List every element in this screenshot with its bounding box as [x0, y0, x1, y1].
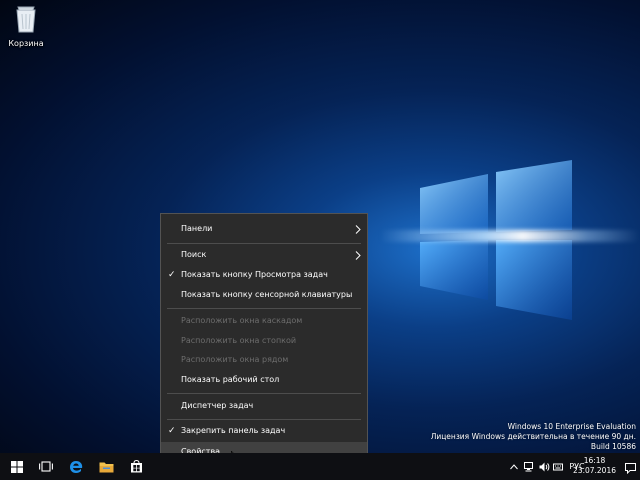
menu-item-label: Диспетчер задач [181, 401, 254, 410]
speaker-icon [539, 462, 549, 471]
menu-item-label: Показать кнопку сенсорной клавиатуры [181, 290, 353, 299]
menu-item-label: Закрепить панель задач [181, 426, 286, 435]
menu-item-cascade-windows: Расположить окна каскадом [161, 311, 367, 331]
windows-evaluation-watermark: Windows 10 Enterprise Evaluation Лицензи… [431, 422, 636, 452]
watermark-edition: Windows 10 Enterprise Evaluation [507, 422, 636, 431]
menu-item-show-task-view-button[interactable]: ✓ Показать кнопку Просмотра задач [161, 265, 367, 285]
taskbar-edge-button[interactable] [61, 453, 91, 480]
menu-item-label: Показать рабочий стол [181, 375, 280, 384]
action-center-button[interactable] [625, 459, 636, 478]
menu-separator [167, 393, 361, 394]
menu-item-label: Поиск [181, 250, 207, 259]
show-hidden-icons-button[interactable] [508, 453, 520, 480]
clock-time: 16:18 [583, 456, 606, 465]
desktop-icon-recycle-bin[interactable]: Корзина [4, 4, 48, 48]
menu-item-search[interactable]: Поиск [161, 245, 367, 265]
checkmark-icon: ✓ [168, 426, 176, 436]
menu-item-label: Расположить окна стопкой [181, 336, 297, 345]
menu-item-label: Показать кнопку Просмотра задач [181, 270, 328, 279]
menu-item-toolbars[interactable]: Панели [161, 219, 367, 239]
windows-start-icon [11, 460, 23, 473]
watermark-license: Лицензия Windows действительна в течение… [430, 432, 636, 441]
taskbar: РУС 16:18 23.07.2016 [0, 453, 640, 480]
menu-item-show-touch-keyboard-button[interactable]: Показать кнопку сенсорной клавиатуры [161, 285, 367, 305]
network-icon [523, 461, 533, 471]
recycle-bin-icon [16, 6, 36, 33]
windows-logo-wallpaper [420, 160, 572, 320]
menu-item-label: Расположить окна рядом [181, 355, 289, 364]
menu-item-show-desktop[interactable]: Показать рабочий стол [161, 370, 367, 390]
network-button[interactable] [522, 453, 536, 480]
taskbar-file-explorer-button[interactable] [91, 453, 121, 480]
menu-item-lock-taskbar[interactable]: ✓ Закрепить панель задач [161, 421, 367, 441]
chevron-up-icon [510, 463, 518, 469]
input-indicator-button[interactable] [552, 453, 564, 480]
menu-item-side-by-side-windows: Расположить окна рядом [161, 350, 367, 370]
menu-separator [167, 308, 361, 309]
menu-item-label: Расположить окна каскадом [181, 316, 303, 325]
taskbar-store-button[interactable] [121, 453, 151, 480]
menu-item-task-manager[interactable]: Диспетчер задач [161, 396, 367, 416]
chevron-right-icon [355, 225, 361, 234]
watermark-build: Build 10586 [590, 442, 636, 451]
light-beam [380, 230, 640, 242]
chevron-right-icon [355, 251, 361, 260]
store-bag-icon [130, 460, 142, 473]
taskbar-context-menu: Панели Поиск ✓ Показать кнопку Просмотра… [160, 213, 368, 465]
menu-item-stack-windows: Расположить окна стопкой [161, 331, 367, 351]
clock[interactable]: 16:18 23.07.2016 [573, 456, 616, 476]
menu-item-label: Панели [181, 224, 213, 233]
task-view-button[interactable] [31, 453, 61, 480]
menu-separator [167, 419, 361, 420]
checkmark-icon: ✓ [168, 270, 176, 280]
edge-browser-icon [70, 460, 83, 473]
clock-date: 23.07.2016 [573, 466, 616, 475]
recycle-bin-label: Корзина [8, 39, 44, 48]
start-button[interactable] [2, 453, 32, 480]
folder-icon [99, 462, 113, 472]
task-view-icon [39, 461, 53, 472]
volume-button[interactable] [537, 453, 551, 480]
keyboard-layout-icon [553, 463, 563, 470]
notification-icon [625, 463, 636, 475]
menu-separator [167, 243, 361, 244]
